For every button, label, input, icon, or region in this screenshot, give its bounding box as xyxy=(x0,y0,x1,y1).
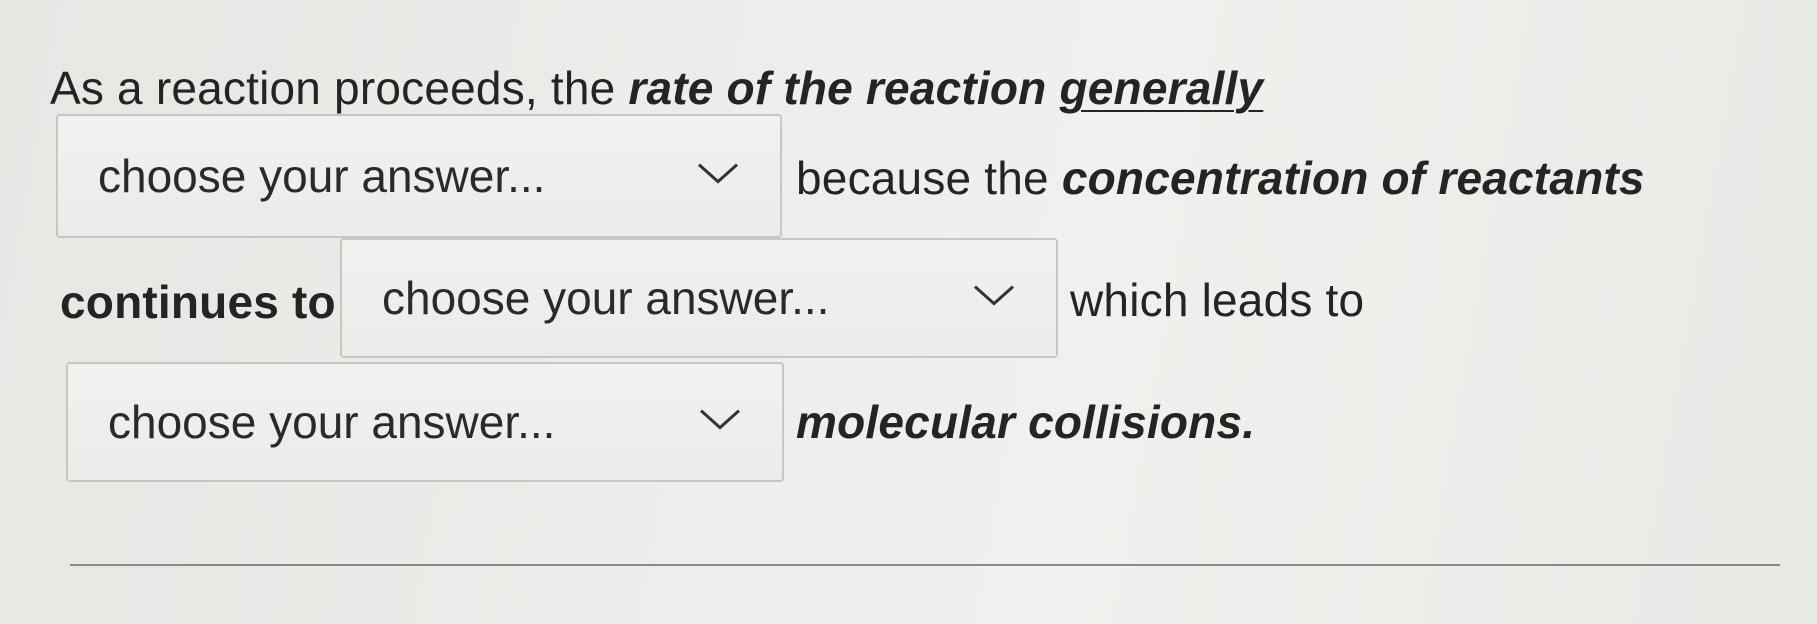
chevron-down-icon xyxy=(973,285,1015,306)
molecular-collisions-text: molecular collisions. xyxy=(796,396,1256,448)
select-2-value: choose your answer... xyxy=(382,272,830,324)
question-line-1: As a reaction proceeds, the rate of the … xyxy=(50,60,1263,116)
line1-underlined: generally xyxy=(1059,62,1264,114)
answer-select-3[interactable]: choose your answer... xyxy=(66,362,784,482)
divider xyxy=(70,564,1780,566)
answer-select-2[interactable]: choose your answer... xyxy=(340,238,1058,358)
line1-emphasis: rate of the reaction xyxy=(628,62,1060,114)
because-text: because the xyxy=(796,152,1062,204)
chevron-down-icon xyxy=(697,163,739,184)
select-3-value: choose your answer... xyxy=(108,396,556,448)
chevron-down-icon xyxy=(699,409,741,430)
select-1-value: choose your answer... xyxy=(98,150,546,202)
continues-to-text: continues to xyxy=(60,276,336,328)
concentration-text: concentration of reactants xyxy=(1061,152,1645,204)
answer-select-1[interactable]: choose your answer... xyxy=(56,114,782,238)
which-leads-to-text: which leads to xyxy=(1070,274,1365,326)
text-after-select-1: because the concentration of reactants xyxy=(796,150,1645,206)
line1-text: As a reaction proceeds, the xyxy=(50,62,629,114)
question-container: As a reaction proceeds, the rate of the … xyxy=(0,0,1817,624)
